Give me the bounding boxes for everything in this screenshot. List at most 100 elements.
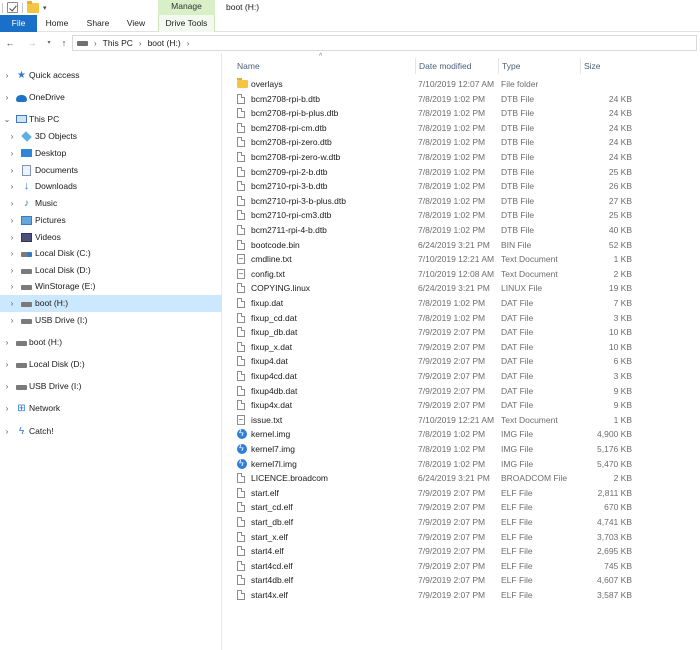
file-row[interactable]: bcm2708-rpi-zero.dtb 7/8/2019 1:02 PM DTB … xyxy=(235,135,635,150)
nav-pictures[interactable]: › Pictures xyxy=(0,212,222,229)
file-icon xyxy=(237,327,245,338)
expand-chevron-icon[interactable]: › xyxy=(3,67,11,84)
back-arrow-icon[interactable]: ← xyxy=(4,36,16,50)
expand-chevron-icon[interactable]: › xyxy=(3,400,11,417)
expand-chevron-icon[interactable]: › xyxy=(8,245,16,262)
column-header-size[interactable]: Size xyxy=(580,58,633,74)
nav-usb-drive-i[interactable]: › USB Drive (I:) xyxy=(0,312,222,329)
nav-network[interactable]: › ⊞ Network xyxy=(0,400,222,417)
nav-boot-h-root[interactable]: › boot (H:) xyxy=(0,334,222,351)
file-row[interactable]: LICENCE.broadcom 6/24/2019 3:21 PM BROADCO… xyxy=(235,471,635,486)
expand-chevron-icon[interactable]: › xyxy=(3,378,11,395)
tab-view[interactable]: View xyxy=(122,15,150,32)
recent-locations-chevron-icon[interactable]: ▾ xyxy=(43,36,55,50)
file-row[interactable]: bcm2708-rpi-b.dtb 7/8/2019 1:02 PM DTB Fil… xyxy=(235,92,635,107)
file-row[interactable]: fixup.dat 7/8/2019 1:02 PM DAT File 7 KB xyxy=(235,296,635,311)
expand-chevron-icon[interactable]: › xyxy=(8,295,16,312)
file-row[interactable]: kernel7.img 7/8/2019 1:02 PM IMG File 5,176… xyxy=(235,441,635,457)
collapse-chevron-icon[interactable]: ⌄ xyxy=(3,111,11,128)
expand-chevron-icon[interactable]: › xyxy=(8,195,16,212)
file-row[interactable]: fixup4cd.dat 7/9/2019 2:07 PM DAT File 3 KB xyxy=(235,369,635,384)
tab-drive-tools[interactable]: Drive Tools xyxy=(158,15,215,32)
file-row[interactable]: fixup4db.dat 7/9/2019 2:07 PM DAT File 9 KB xyxy=(235,384,635,399)
file-row[interactable]: bcm2708-rpi-cm.dtb 7/8/2019 1:02 PM DTB Fi… xyxy=(235,121,635,136)
expand-chevron-icon[interactable]: › xyxy=(3,423,11,440)
file-row[interactable]: bcm2710-rpi-3-b.dtb 7/8/2019 1:02 PM DTB F… xyxy=(235,179,635,194)
file-row[interactable]: kernel7l.img 7/8/2019 1:02 PM IMG File 5,47… xyxy=(235,456,635,472)
file-row[interactable]: start4cd.elf 7/9/2019 2:07 PM ELF File 745 … xyxy=(235,559,635,574)
nav-local-disk-d-root[interactable]: › Local Disk (D:) xyxy=(0,356,222,373)
file-row[interactable]: start_cd.elf 7/9/2019 2:07 PM ELF File 670 … xyxy=(235,500,635,515)
expand-chevron-icon[interactable]: › xyxy=(8,178,16,195)
file-row[interactable]: bootcode.bin 6/24/2019 3:21 PM BIN File 52 … xyxy=(235,238,635,253)
file-row[interactable]: start4x.elf 7/9/2019 2:07 PM ELF File 3,587… xyxy=(235,588,635,603)
column-header-date-modified[interactable]: Date modified xyxy=(415,58,498,74)
expand-chevron-icon[interactable]: › xyxy=(8,262,16,279)
breadcrumb-boot-h[interactable]: boot (H:) xyxy=(148,38,181,48)
expand-chevron-icon[interactable]: › xyxy=(8,312,16,329)
nav-videos[interactable]: › Videos xyxy=(0,229,222,246)
file-row[interactable]: bcm2710-rpi-cm3.dtb 7/8/2019 1:02 PM DTB F… xyxy=(235,208,635,223)
nav-boot-h[interactable]: › boot (H:) xyxy=(0,295,222,312)
chevron-right-icon[interactable]: › xyxy=(139,39,142,48)
file-row[interactable]: config.txt 7/10/2019 12:08 AM Text Documen… xyxy=(235,267,635,282)
column-header-type[interactable]: Type xyxy=(498,58,580,74)
chevron-right-icon[interactable]: › xyxy=(94,39,97,48)
chevron-right-icon[interactable]: › xyxy=(187,39,190,48)
file-row[interactable]: overlays 7/10/2019 12:07 AM File folder xyxy=(235,77,635,92)
file-row[interactable]: fixup4x.dat 7/9/2019 2:07 PM DAT File 9 KB xyxy=(235,398,635,413)
file-row[interactable]: fixup_db.dat 7/9/2019 2:07 PM DAT File 10 K… xyxy=(235,325,635,340)
file-row[interactable]: fixup_x.dat 7/9/2019 2:07 PM DAT File 10 KB xyxy=(235,340,635,355)
nav-this-pc[interactable]: ⌄ This PC xyxy=(0,111,222,128)
file-row[interactable]: start.elf 7/9/2019 2:07 PM ELF File 2,811 K… xyxy=(235,486,635,501)
nav-downloads[interactable]: › ↓ Downloads xyxy=(0,178,222,195)
breadcrumb-this-pc[interactable]: This PC xyxy=(103,38,133,48)
expand-chevron-icon[interactable]: › xyxy=(8,278,16,295)
nav-local-disk-c[interactable]: › Local Disk (C:) xyxy=(0,245,222,262)
forward-arrow-icon[interactable]: → xyxy=(26,36,38,50)
nav-desktop[interactable]: › Desktop xyxy=(0,145,222,162)
address-bar[interactable]: › This PC › boot (H:) › xyxy=(72,35,697,51)
file-row[interactable]: start4.elf 7/9/2019 2:07 PM ELF File 2,695 … xyxy=(235,544,635,559)
expand-chevron-icon[interactable]: › xyxy=(8,229,16,246)
file-row[interactable]: bcm2708-rpi-b-plus.dtb 7/8/2019 1:02 PM DT… xyxy=(235,106,635,121)
file-row[interactable]: COPYING.linux 6/24/2019 3:21 PM LINUX File… xyxy=(235,281,635,296)
file-row[interactable]: start_db.elf 7/9/2019 2:07 PM ELF File 4,74… xyxy=(235,515,635,530)
tab-share[interactable]: Share xyxy=(83,15,113,32)
file-date-modified: 7/8/2019 1:02 PM xyxy=(418,181,486,192)
nav-local-disk-d[interactable]: › Local Disk (D:) xyxy=(0,262,222,279)
nav-music[interactable]: › ♪ Music xyxy=(0,195,222,212)
expand-chevron-icon[interactable]: › xyxy=(8,212,16,229)
file-row[interactable]: start_x.elf 7/9/2019 2:07 PM ELF File 3,703… xyxy=(235,530,635,545)
expand-chevron-icon[interactable]: › xyxy=(8,145,16,162)
expand-chevron-icon[interactable]: › xyxy=(3,334,11,351)
new-folder-icon[interactable] xyxy=(27,0,39,13)
nav-onedrive[interactable]: › OneDrive xyxy=(0,89,222,106)
file-row[interactable]: fixup4.dat 7/9/2019 2:07 PM DAT File 6 KB xyxy=(235,354,635,369)
tab-home[interactable]: Home xyxy=(41,15,73,32)
column-header-name[interactable]: Name xyxy=(234,58,414,74)
expand-chevron-icon[interactable]: › xyxy=(8,162,16,179)
file-row[interactable]: kernel.img 7/8/2019 1:02 PM IMG File 4,900 … xyxy=(235,426,635,442)
file-row[interactable]: cmdline.txt 7/10/2019 12:21 AM Text Docume… xyxy=(235,252,635,267)
nav-documents[interactable]: › Documents xyxy=(0,162,222,179)
expand-chevron-icon[interactable]: › xyxy=(8,128,16,145)
file-row[interactable]: issue.txt 7/10/2019 12:21 AM Text Document… xyxy=(235,413,635,428)
tab-file[interactable]: File xyxy=(0,15,37,32)
file-row[interactable]: start4db.elf 7/9/2019 2:07 PM ELF File 4,60… xyxy=(235,573,635,588)
file-row[interactable]: bcm2708-rpi-zero-w.dtb 7/8/2019 1:02 PM DT… xyxy=(235,150,635,165)
nav-catch[interactable]: › ϟ Catch! xyxy=(0,423,222,440)
customize-toolbar-icon[interactable]: ▾ xyxy=(43,4,47,12)
nav-3d-objects[interactable]: › 3D Objects xyxy=(0,128,222,145)
nav-winstorage-e[interactable]: › WinStorage (E:) xyxy=(0,278,222,295)
file-row[interactable]: bcm2711-rpi-4-b.dtb 7/8/2019 1:02 PM DTB F… xyxy=(235,223,635,238)
expand-chevron-icon[interactable]: › xyxy=(3,89,11,106)
up-arrow-icon[interactable]: ↑ xyxy=(58,36,70,50)
expand-chevron-icon[interactable]: › xyxy=(3,356,11,373)
file-row[interactable]: bcm2709-rpi-2-b.dtb 7/8/2019 1:02 PM DTB F… xyxy=(235,165,635,180)
properties-check-icon[interactable] xyxy=(7,2,18,13)
file-row[interactable]: bcm2710-rpi-3-b-plus.dtb 7/8/2019 1:02 PM… xyxy=(235,194,635,209)
file-row[interactable]: fixup_cd.dat 7/8/2019 1:02 PM DAT File 3 KB xyxy=(235,311,635,326)
nav-usb-drive-i-root[interactable]: › USB Drive (I:) xyxy=(0,378,222,395)
nav-quick-access[interactable]: › ★ Quick access xyxy=(0,67,222,84)
